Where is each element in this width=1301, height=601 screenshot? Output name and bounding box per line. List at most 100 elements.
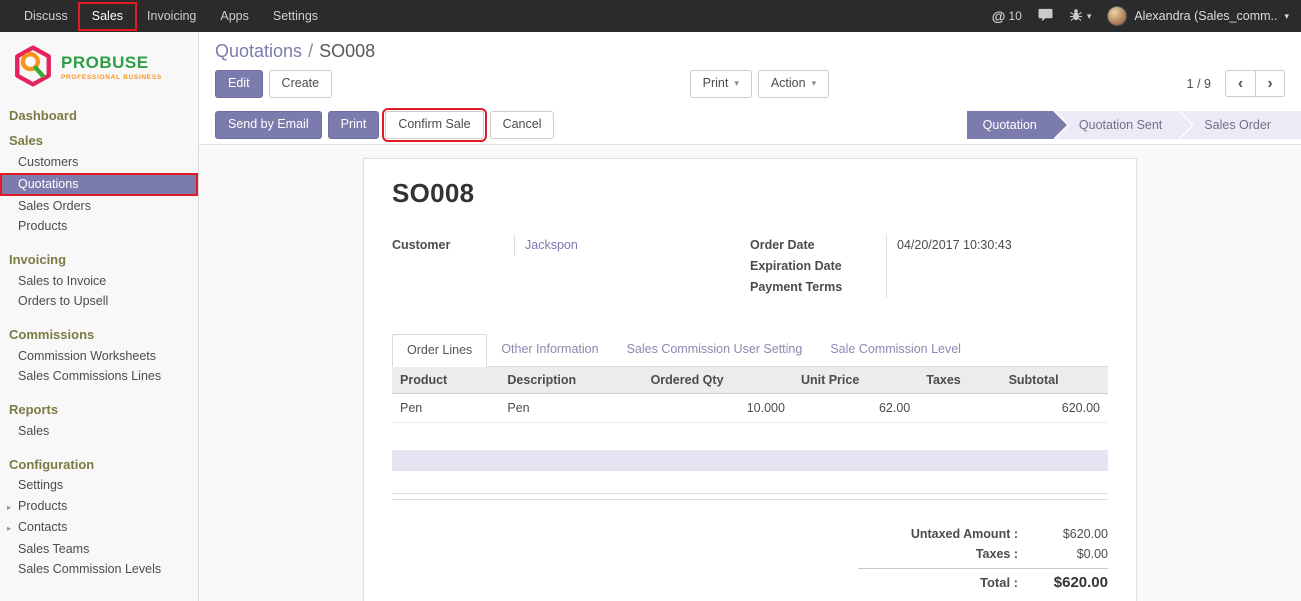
status-label: Quotation	[983, 118, 1037, 132]
activity-count: 10	[1008, 9, 1021, 23]
sidebar-item-customers[interactable]: Customers	[0, 152, 198, 173]
payment-terms-value	[886, 277, 1108, 298]
create-button[interactable]: Create	[269, 70, 333, 98]
quotation-sheet: SO008 Customer Jackspon Order Date 04/20…	[363, 158, 1137, 601]
sidebar-item-sales-to-invoice[interactable]: Sales to Invoice	[0, 271, 198, 292]
probuse-logo-text: PROBUSE PROFESSIONAL BUSINESS	[61, 54, 162, 81]
user-menu[interactable]: Alexandra (Sales_comm.. ▾	[1107, 6, 1289, 26]
control-panel-row-2: Send by Email Print Confirm Sale Cancel …	[199, 107, 1301, 145]
table-row[interactable]: Pen Pen 10.000 62.00 620.00	[392, 393, 1108, 422]
pager-next-button[interactable]: ›	[1255, 70, 1285, 97]
sidebar-item-sales-orders[interactable]: Sales Orders	[0, 196, 198, 217]
customer-value[interactable]: Jackspon	[514, 235, 708, 256]
sidebar-item-settings[interactable]: Settings	[0, 476, 198, 497]
expand-arrow-icon: ▸	[7, 501, 18, 515]
control-panel-row-1: Edit Create Print ▾ Action ▾ 1 / 9 ‹ ›	[199, 68, 1301, 107]
tab-sales-commission-user-setting[interactable]: Sales Commission User Setting	[613, 334, 817, 366]
status-step-sales-order[interactable]: Sales Order	[1178, 111, 1301, 139]
breadcrumb-quotations-link[interactable]: Quotations	[215, 41, 302, 61]
breadcrumb-separator: /	[308, 41, 313, 61]
print-button[interactable]: Print	[328, 111, 380, 139]
sidebar-section-commissions[interactable]: Commissions	[0, 323, 198, 346]
activity-menu[interactable]: @ 10	[992, 8, 1022, 24]
expand-arrow-icon: ▸	[7, 522, 18, 536]
sidebar-item-orders-to-upsell[interactable]: Orders to Upsell	[0, 292, 198, 313]
totals-separator	[858, 568, 1108, 569]
status-step-quotation[interactable]: Quotation	[967, 111, 1053, 139]
messages-menu[interactable]	[1038, 8, 1053, 25]
bug-icon	[1069, 8, 1083, 25]
sidebar-section-reports[interactable]: Reports	[0, 398, 198, 421]
order-date-label: Order Date	[750, 235, 886, 256]
probuse-logo[interactable]: PROBUSE PROFESSIONAL BUSINESS	[0, 32, 198, 104]
user-name: Alexandra (Sales_comm..	[1134, 9, 1277, 23]
column-header-subtotal: Subtotal	[1001, 367, 1108, 394]
chevron-left-icon: ‹	[1238, 75, 1243, 93]
avatar	[1107, 6, 1127, 26]
debug-menu[interactable]: ▾	[1069, 8, 1092, 25]
logo-title: PROBUSE	[61, 54, 162, 71]
sidebar-item-reports-sales[interactable]: Sales	[0, 421, 198, 442]
confirm-sale-button[interactable]: Confirm Sale	[385, 111, 483, 139]
sidebar-item-config-products[interactable]: ▸Products	[0, 496, 198, 518]
sidebar-section-configuration[interactable]: Configuration	[0, 453, 198, 476]
column-header-product: Product	[392, 367, 499, 394]
sidebar-item-commission-worksheets[interactable]: Commission Worksheets	[0, 346, 198, 367]
cell-taxes	[918, 393, 1000, 422]
menu-discuss[interactable]: Discuss	[12, 0, 80, 32]
sidebar-item-label: Contacts	[18, 520, 67, 534]
logo-subtitle: PROFESSIONAL BUSINESS	[61, 74, 162, 81]
status-step-quotation-sent[interactable]: Quotation Sent	[1053, 111, 1178, 139]
section-divider	[392, 493, 1108, 500]
status-label: Quotation Sent	[1079, 118, 1162, 132]
tab-order-lines[interactable]: Order Lines	[392, 334, 487, 367]
totals-block: Untaxed Amount : $620.00 Taxes : $0.00 T…	[858, 524, 1108, 594]
quotation-number-title: SO008	[392, 178, 1108, 209]
customer-label: Customer	[392, 235, 514, 256]
pager-previous-button[interactable]: ‹	[1225, 70, 1255, 97]
menu-settings[interactable]: Settings	[261, 0, 330, 32]
menu-sales[interactable]: Sales	[80, 4, 135, 29]
sidebar-section-dashboard[interactable]: Dashboard	[0, 104, 198, 127]
column-header-taxes: Taxes	[918, 367, 1000, 394]
sidebar-menu: Dashboard Sales Customers Quotations Sal…	[0, 104, 198, 580]
cell-subtotal: 620.00	[1001, 393, 1108, 422]
order-date-value: 04/20/2017 10:30:43	[886, 235, 1108, 256]
sidebar-section-sales[interactable]: Sales	[0, 129, 198, 152]
statusbar: Quotation Quotation Sent Sales Order	[967, 111, 1301, 139]
chevron-right-icon: ›	[1267, 75, 1272, 93]
cancel-button[interactable]: Cancel	[490, 111, 555, 139]
notebook-tabs: Order Lines Other Information Sales Comm…	[392, 334, 1108, 367]
expiration-date-label: Expiration Date	[750, 256, 886, 277]
chat-bubble-icon	[1038, 8, 1053, 25]
taxes-label: Taxes :	[976, 547, 1018, 561]
status-label: Sales Order	[1204, 118, 1271, 132]
print-dropdown-button[interactable]: Print ▾	[690, 70, 752, 98]
tab-sale-commission-level[interactable]: Sale Commission Level	[816, 334, 975, 366]
table-header-row: Product Description Ordered Qty Unit Pri…	[392, 367, 1108, 394]
sidebar-section-invoicing[interactable]: Invoicing	[0, 248, 198, 271]
menu-apps[interactable]: Apps	[208, 0, 261, 32]
sidebar-item-sales-teams[interactable]: Sales Teams	[0, 539, 198, 560]
top-navbar: Discuss Sales Invoicing Apps Settings @ …	[0, 0, 1301, 32]
sidebar-item-sales-commissions-lines[interactable]: Sales Commissions Lines	[0, 367, 198, 388]
topbar-systray: @ 10 ▾ Alexandra (Sales_comm.. ▾	[992, 6, 1301, 26]
send-by-email-button[interactable]: Send by Email	[215, 111, 322, 139]
sidebar-item-sales-commission-levels[interactable]: Sales Commission Levels	[0, 560, 198, 581]
expiration-date-value	[886, 256, 1108, 277]
app-menu-bar: Discuss Sales Invoicing Apps Settings	[0, 0, 330, 32]
pager-count: 1 / 9	[1187, 77, 1211, 91]
sidebar-item-config-contacts[interactable]: ▸Contacts	[0, 518, 198, 540]
tab-other-information[interactable]: Other Information	[487, 334, 612, 366]
sidebar-item-quotations[interactable]: Quotations	[0, 173, 198, 197]
cell-product: Pen	[392, 393, 499, 422]
edit-button[interactable]: Edit	[215, 70, 263, 98]
sidebar-item-products[interactable]: Products	[0, 217, 198, 238]
menu-invoicing[interactable]: Invoicing	[135, 0, 208, 32]
chevron-down-icon: ▾	[734, 79, 739, 88]
untaxed-amount-label: Untaxed Amount :	[911, 527, 1018, 541]
cell-ordered-qty: 10.000	[643, 393, 793, 422]
total-label: Total :	[980, 575, 1018, 590]
cell-description: Pen	[499, 393, 642, 422]
action-dropdown-button[interactable]: Action ▾	[758, 70, 829, 98]
